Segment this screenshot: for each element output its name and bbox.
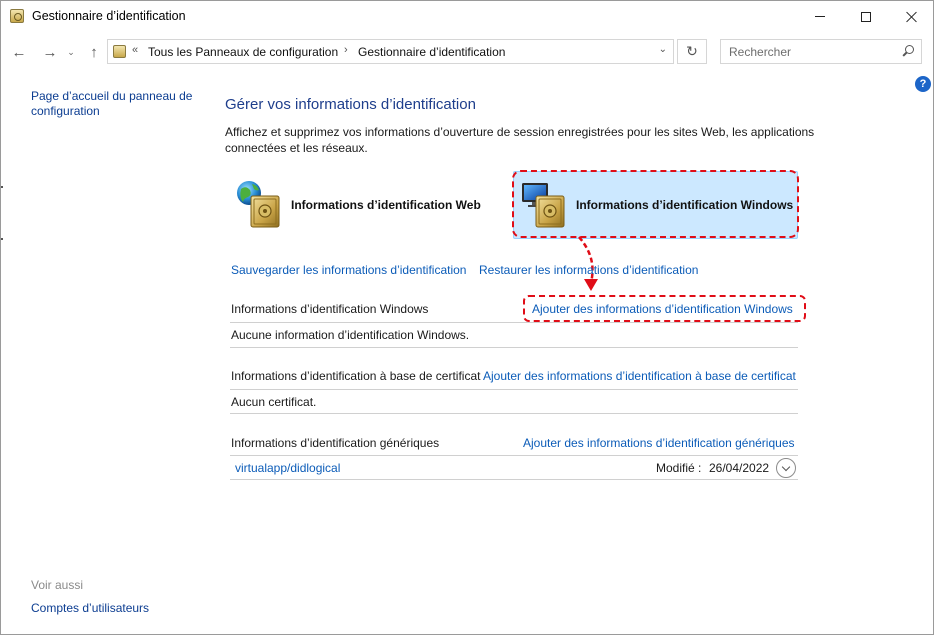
address-dropdown-icon[interactable]: ⌄ [659, 44, 667, 55]
add-certificate-credential-link[interactable]: Ajouter des informations d’identificatio… [483, 369, 798, 383]
control-panel-icon [113, 45, 126, 58]
close-icon [906, 11, 918, 23]
windows-credentials-empty: Aucune information d’identification Wind… [231, 328, 470, 342]
refresh-icon: ↻ [686, 43, 698, 59]
back-button[interactable]: ← [9, 42, 29, 62]
credential-manager-window: Gestionnaire d’identification ← → ⌄ ↑ « … [0, 0, 934, 635]
search-icon[interactable] [902, 45, 914, 57]
refresh-button[interactable]: ↻ [677, 39, 707, 64]
title-bar: Gestionnaire d’identification [1, 1, 933, 32]
windows-credentials-tile[interactable]: Informations d’identification Windows [513, 171, 798, 239]
windows-credentials-heading: Informations d’identification Windows [231, 302, 429, 316]
expand-credential-button[interactable] [776, 458, 796, 478]
maximize-button[interactable] [843, 1, 889, 32]
breadcrumb-separator[interactable]: › [344, 44, 348, 56]
minimize-icon [815, 16, 825, 17]
backup-credentials-link[interactable]: Sauvegarder les informations d’identific… [231, 263, 466, 277]
user-accounts-link[interactable]: Comptes d’utilisateurs [31, 601, 149, 615]
credential-modified-label: Modifié : [656, 461, 702, 475]
web-credentials-label: Informations d’identification Web [291, 198, 481, 212]
minimize-button[interactable] [797, 1, 843, 32]
section-divider [230, 347, 798, 348]
chevron-down-icon [781, 462, 791, 471]
section-divider [230, 413, 798, 414]
arrow-right-icon: → [42, 43, 58, 61]
credential-manager-icon [10, 9, 24, 23]
help-icon[interactable]: ? [915, 76, 931, 92]
address-bar[interactable]: « Tous les Panneaux de configuration › G… [107, 39, 674, 64]
credential-name[interactable]: virtualapp/didlogical [235, 461, 340, 475]
window-title: Gestionnaire d’identification [32, 9, 186, 23]
forward-button[interactable]: → [40, 42, 60, 62]
credential-modified-date: 26/04/2022 [709, 461, 770, 475]
close-button[interactable] [889, 1, 933, 32]
control-panel-home-link[interactable]: Page d’accueil du panneau de configurati… [31, 89, 206, 119]
windows-credentials-label: Informations d’identification Windows [576, 198, 794, 212]
maximize-icon [861, 11, 871, 22]
monitor-vault-icon [522, 183, 565, 228]
page-description: Affichez et supprimez vos informations d… [225, 125, 815, 155]
globe-vault-icon [237, 181, 280, 228]
add-generic-credential-link[interactable]: Ajouter des informations d’identificatio… [523, 436, 795, 450]
certificate-credentials-heading: Informations d’identification à base de … [231, 369, 481, 383]
search-input[interactable] [721, 40, 896, 63]
arrow-left-icon: ← [11, 43, 27, 61]
up-button[interactable]: ↑ [84, 42, 104, 62]
search-box[interactable] [720, 39, 922, 64]
recent-locations-button[interactable]: ⌄ [64, 42, 78, 62]
breadcrumb-all-control-panel-items[interactable]: Tous les Panneaux de configuration [148, 45, 338, 59]
breadcrumb-credential-manager[interactable]: Gestionnaire d’identification [358, 45, 505, 59]
add-windows-credential-link[interactable]: Ajouter des informations d’identificatio… [532, 302, 793, 316]
chevron-down-icon: ⌄ [67, 46, 75, 57]
section-divider [230, 389, 798, 390]
restore-credentials-link[interactable]: Restaurer les informations d’identificat… [479, 263, 698, 277]
window-edge-mark [1, 238, 3, 240]
window-edge-mark [1, 186, 3, 188]
breadcrumb-overflow-chevron[interactable]: « [132, 44, 138, 56]
see-also-heading: Voir aussi [31, 578, 84, 592]
section-divider [230, 322, 798, 323]
arrow-up-icon: ↑ [90, 43, 98, 61]
page-title: Gérer vos informations d’identification [225, 96, 476, 113]
web-credentials-tile[interactable]: Informations d’identification Web [229, 171, 499, 239]
navigation-bar: ← → ⌄ ↑ « Tous les Panneaux de configura… [1, 32, 933, 72]
generic-credentials-heading: Informations d’identification génériques [231, 436, 440, 450]
certificate-credentials-empty: Aucun certificat. [231, 395, 317, 409]
credential-row[interactable]: virtualapp/didlogical Modifié : 26/04/20… [230, 456, 798, 480]
